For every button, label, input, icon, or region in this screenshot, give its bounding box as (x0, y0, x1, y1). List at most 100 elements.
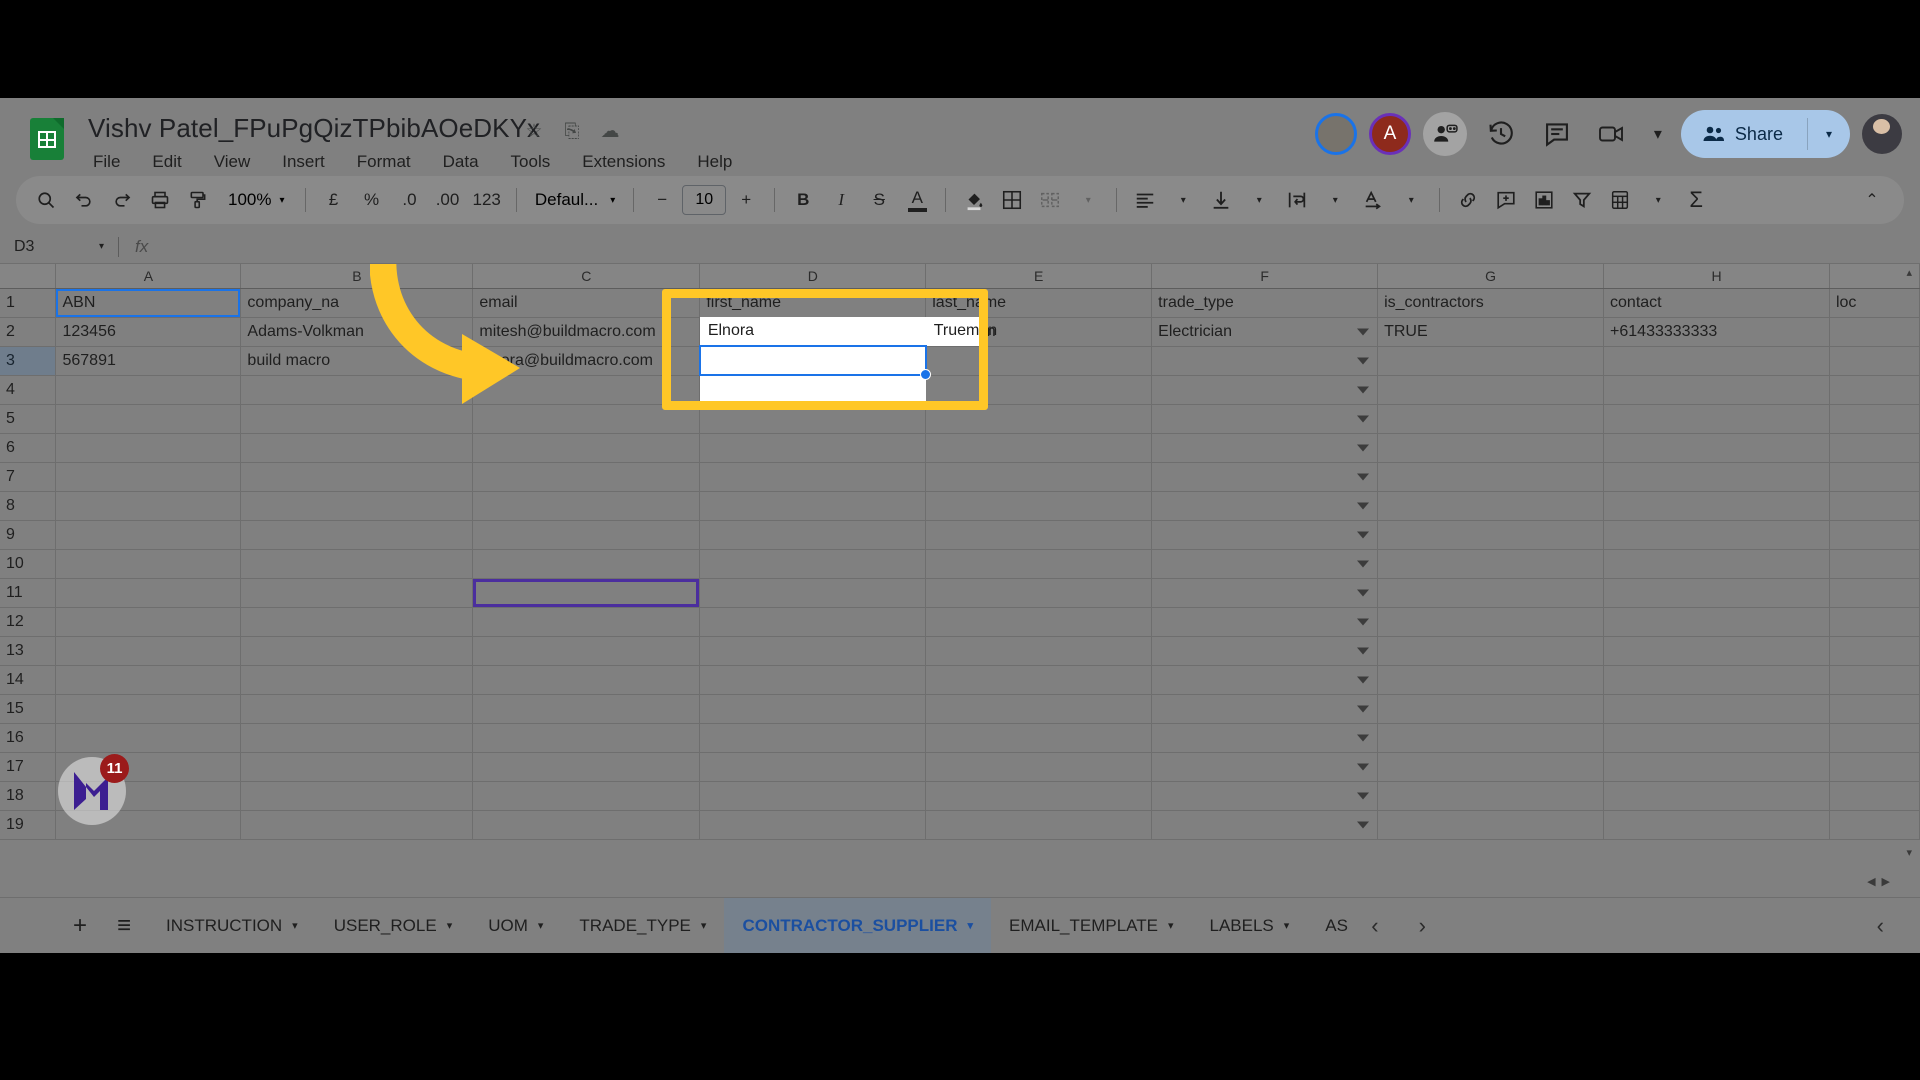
cell-x17[interactable] (1829, 752, 1920, 782)
row-header-12[interactable]: 12 (0, 607, 57, 637)
cell-B19[interactable] (240, 810, 474, 840)
cell-G5[interactable] (1377, 404, 1605, 434)
scroll-up-arrow[interactable]: ▴ (1906, 266, 1912, 279)
cell-D10[interactable] (699, 549, 927, 579)
cell-A7[interactable] (55, 462, 242, 492)
cell-H19[interactable] (1603, 810, 1830, 840)
collaborator-avatar-1[interactable] (1314, 113, 1357, 155)
cell-A12[interactable] (55, 607, 242, 637)
cell-F8[interactable] (1151, 491, 1379, 521)
cell-A3[interactable]: 567891 (55, 346, 242, 376)
cell-x9[interactable] (1829, 520, 1920, 550)
menu-insert[interactable]: Insert (277, 150, 330, 174)
cell-G9[interactable] (1377, 520, 1605, 550)
cell-x19[interactable] (1829, 810, 1920, 840)
dropdown-arrow-icon[interactable] (1357, 618, 1370, 625)
cell-B17[interactable] (240, 752, 474, 782)
cell-H8[interactable] (1603, 491, 1830, 521)
text-color-button[interactable]: A (899, 182, 935, 218)
sheet-tab-caret-icon[interactable]: ▾ (538, 919, 544, 932)
cell-E1[interactable]: last_name (925, 288, 1153, 318)
cell-F1[interactable]: trade_type (1151, 288, 1379, 318)
sheet-tab-ass[interactable]: ASS (1307, 898, 1349, 954)
cell-F18[interactable] (1151, 781, 1379, 811)
insert-chart-icon[interactable] (1526, 182, 1562, 218)
row-header-7[interactable]: 7 (0, 462, 57, 492)
dropdown-arrow-icon[interactable] (1357, 473, 1370, 480)
row-header-19[interactable]: 19 (0, 810, 57, 840)
cell-E17[interactable] (925, 752, 1153, 782)
cell-G3[interactable] (1377, 346, 1605, 376)
cell-x3[interactable] (1829, 346, 1920, 376)
cell-F3[interactable] (1151, 346, 1379, 376)
text-wrap-icon[interactable] (1279, 182, 1315, 218)
cell-C11[interactable] (472, 578, 701, 608)
fill-color-icon[interactable] (956, 182, 992, 218)
cell-C3[interactable]: elnora@buildmacro.com (472, 346, 701, 376)
cloud-saved-icon[interactable]: ☁ (598, 120, 622, 144)
dropdown-arrow-icon[interactable] (1357, 589, 1370, 596)
cell-E7[interactable] (925, 462, 1153, 492)
cell-F16[interactable] (1151, 723, 1379, 753)
sheet-tab-email_template[interactable]: EMAIL_TEMPLATE ▾ (991, 898, 1191, 954)
cell-B12[interactable] (240, 607, 474, 637)
percent-format-button[interactable]: % (354, 182, 390, 218)
wrap-caret-icon[interactable]: ▾ (1317, 182, 1353, 218)
cell-d4-white[interactable] (699, 375, 926, 404)
horizontal-scrollbar[interactable]: ◀ ▶ (0, 875, 1920, 891)
functions-icon[interactable] (1602, 182, 1638, 218)
cell-D1[interactable]: first_name (699, 288, 927, 318)
horizontal-align-icon[interactable] (1127, 182, 1163, 218)
cell-A15[interactable] (55, 694, 242, 724)
cell-D12[interactable] (699, 607, 927, 637)
document-title[interactable]: Vishv Patel_FPuPgQizTPbibAOeDKYx (88, 113, 540, 144)
cell-E12[interactable] (925, 607, 1153, 637)
share-caret-icon[interactable]: ▾ (1822, 127, 1846, 141)
cell-H9[interactable] (1603, 520, 1830, 550)
cell-A13[interactable] (55, 636, 242, 666)
sheet-tab-caret-icon[interactable]: ▾ (701, 919, 707, 932)
cell-C16[interactable] (472, 723, 701, 753)
cell-E3[interactable] (925, 346, 1153, 376)
cell-B4[interactable] (240, 375, 474, 405)
cell-B14[interactable] (240, 665, 474, 695)
sheet-tab-uom[interactable]: UOM ▾ (470, 898, 561, 954)
row-header-4[interactable]: 4 (0, 375, 57, 405)
bold-button[interactable]: B (785, 182, 821, 218)
strikethrough-button[interactable]: S (861, 182, 897, 218)
cell-B2[interactable]: Adams-Volkman (240, 317, 474, 347)
cell-x6[interactable] (1829, 433, 1920, 463)
sheet-tab-instruction[interactable]: INSTRUCTION ▾ (148, 898, 316, 954)
search-icon[interactable] (28, 182, 64, 218)
dropdown-arrow-icon[interactable] (1357, 763, 1370, 770)
vertical-align-icon[interactable] (1203, 182, 1239, 218)
cell-H2[interactable]: +61433333333 (1603, 317, 1830, 347)
meet-caret-icon[interactable]: ▾ (1647, 112, 1669, 156)
cell-A5[interactable] (55, 404, 242, 434)
cell-H4[interactable] (1603, 375, 1830, 405)
row-header-16[interactable]: 16 (0, 723, 57, 753)
font-size-input[interactable]: 10 (682, 185, 727, 215)
sheet-tab-caret-icon[interactable]: ▾ (447, 919, 453, 932)
spreadsheet-grid[interactable]: ABCDEFGH 1 ABN company_na email first_name la… (0, 264, 1920, 864)
paint-format-icon[interactable] (180, 182, 216, 218)
cell-D19[interactable] (699, 810, 927, 840)
cell-E6[interactable] (925, 433, 1153, 463)
cell-B9[interactable] (240, 520, 474, 550)
cell-F13[interactable] (1151, 636, 1379, 666)
halign-caret-icon[interactable]: ▾ (1165, 182, 1201, 218)
cell-H16[interactable] (1603, 723, 1830, 753)
cell-D13[interactable] (699, 636, 927, 666)
sum-icon[interactable]: Σ (1678, 182, 1714, 218)
cell-H13[interactable] (1603, 636, 1830, 666)
dropdown-arrow-icon[interactable] (1357, 444, 1370, 451)
side-panel-toggle[interactable]: ‹ (1859, 913, 1902, 939)
dropdown-arrow-icon[interactable] (1357, 647, 1370, 654)
italic-button[interactable]: I (823, 182, 859, 218)
text-rotation-icon[interactable] (1355, 182, 1391, 218)
account-avatar[interactable] (1862, 114, 1902, 154)
cell-C17[interactable] (472, 752, 701, 782)
cell-E13[interactable] (925, 636, 1153, 666)
hscroll-left-arrow[interactable]: ◀ (1867, 875, 1875, 888)
row-header-3[interactable]: 3 (0, 346, 57, 376)
